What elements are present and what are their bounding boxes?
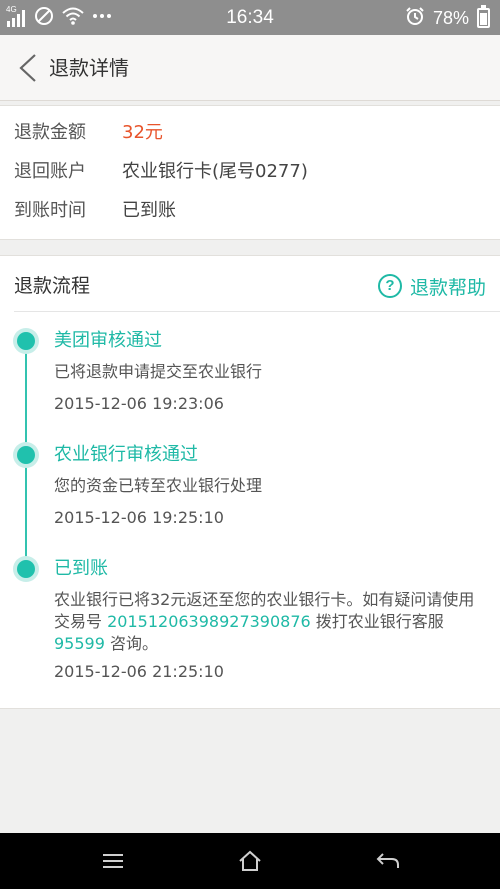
refund-amount-label: 退款金额 <box>14 122 86 143</box>
arrival-time-value: 已到账 <box>122 200 176 221</box>
step-time: 2015-12-06 21:25:10 <box>54 662 224 681</box>
back-arrow-icon[interactable] <box>375 848 401 874</box>
status-bar: 4G 16:34 78% <box>0 0 500 35</box>
refund-amount-value: 32元 <box>122 122 163 143</box>
battery-icon <box>477 5 490 28</box>
refund-flow-card: 退款流程 ? 退款帮助 美团审核通过 已将退款申请提交至农业银行 2015-12… <box>0 255 500 709</box>
question-circle-icon: ? <box>377 274 402 298</box>
chevron-left-icon[interactable] <box>16 53 40 83</box>
refund-account-label: 退回账户 <box>14 161 86 182</box>
refund-amount-row: 退款金额 32元 <box>14 119 163 147</box>
arrival-time-row: 到账时间 已到账 <box>14 197 176 225</box>
step-description: 农业银行已将32元返还至您的农业银行卡。如有疑问请使用交易号 201512063… <box>54 589 484 655</box>
step-title: 农业银行审核通过 <box>54 444 198 465</box>
divider <box>14 311 500 312</box>
timeline-dot <box>17 332 35 350</box>
flow-title: 退款流程 <box>14 275 91 297</box>
page-title: 退款详情 <box>49 56 129 80</box>
step-description-text: 拨打农业银行客服 <box>315 612 444 631</box>
navigation-bar <box>0 833 500 889</box>
refund-info-card: 退款金额 32元 退回账户 农业银行卡(尾号0277) 到账时间 已到账 <box>0 105 500 240</box>
transaction-number[interactable]: 20151206398927390876 <box>107 612 311 631</box>
refund-help-button[interactable]: ? 退款帮助 <box>377 272 486 300</box>
step-title: 已到账 <box>54 558 108 579</box>
step-description: 已将退款申请提交至农业银行 <box>54 362 263 381</box>
menu-icon[interactable] <box>100 848 126 874</box>
refund-help-label: 退款帮助 <box>409 276 486 299</box>
refund-account-row: 退回账户 农业银行卡(尾号0277) <box>14 158 308 186</box>
nav-header: 退款详情 <box>0 35 500 101</box>
arrival-time-label: 到账时间 <box>14 200 86 221</box>
service-phone-link[interactable]: 95599 <box>54 634 105 653</box>
step-time: 2015-12-06 19:25:10 <box>54 508 224 527</box>
step-title: 美团审核通过 <box>54 330 162 351</box>
home-icon[interactable] <box>237 848 263 874</box>
status-right-icons: 78% <box>405 5 490 31</box>
refund-account-value: 农业银行卡(尾号0277) <box>122 161 308 182</box>
timeline-dot <box>17 446 35 464</box>
alarm-icon <box>405 6 425 31</box>
battery-level <box>480 12 487 25</box>
step-description-text: 咨询。 <box>110 634 159 653</box>
timeline-dot <box>17 560 35 578</box>
step-description: 您的资金已转至农业银行处理 <box>54 476 263 495</box>
battery-percent: 78% <box>432 7 469 28</box>
step-time: 2015-12-06 19:23:06 <box>54 394 224 413</box>
